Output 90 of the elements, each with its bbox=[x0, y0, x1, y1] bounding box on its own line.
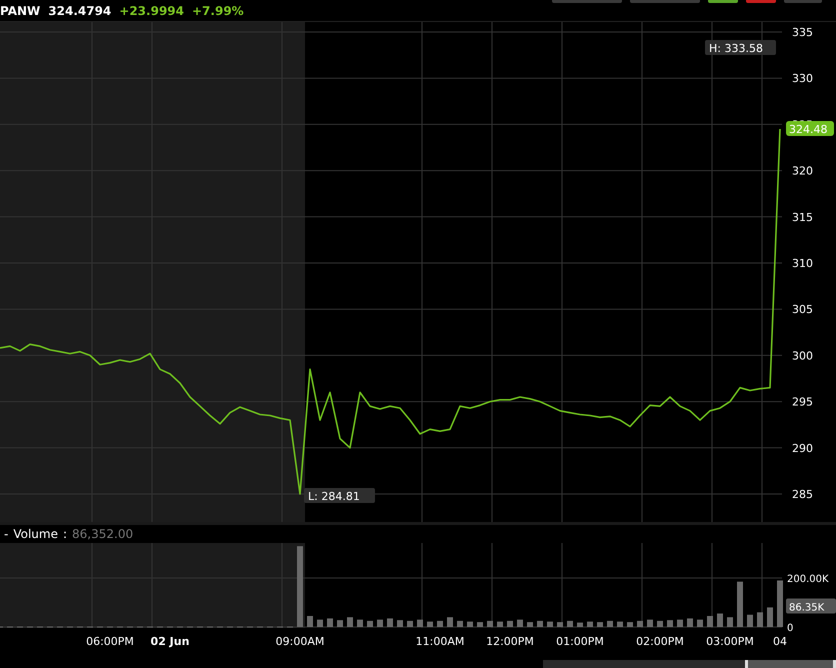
current-volume-tag: 86.35K bbox=[786, 598, 836, 614]
axis-label: 315 bbox=[792, 210, 813, 224]
volume-bar bbox=[507, 620, 513, 627]
volume-bar bbox=[467, 622, 473, 627]
range-scrollbar[interactable] bbox=[543, 660, 836, 668]
percent-change: +7.99% bbox=[192, 4, 244, 18]
volume-bar bbox=[517, 620, 523, 627]
price-marker-label: H: 333.58 bbox=[705, 40, 776, 55]
current-price-tag: 324.48 bbox=[786, 121, 834, 136]
last-price: 324.4794 bbox=[48, 4, 112, 18]
volume-bar bbox=[457, 620, 463, 627]
volume-reading: 86,352.00 bbox=[72, 527, 134, 541]
axis-label: 200.00K bbox=[787, 574, 829, 585]
axis-label: 335 bbox=[792, 26, 813, 39]
price-change: +23.9994 bbox=[119, 4, 184, 18]
volume-bar bbox=[697, 620, 703, 627]
volume-bar bbox=[357, 620, 363, 627]
volume-bar bbox=[437, 620, 443, 627]
separator: : bbox=[62, 527, 68, 541]
time-axis-label: 09:00AM bbox=[276, 635, 324, 648]
price-marker-label: L: 284.81 bbox=[304, 488, 375, 503]
axis-label: 330 bbox=[792, 72, 813, 86]
axis-label: 285 bbox=[792, 488, 813, 501]
toolbar-button[interactable] bbox=[708, 0, 738, 3]
volume-bar bbox=[497, 622, 503, 627]
axis-label: 310 bbox=[792, 257, 813, 270]
volume-bar bbox=[337, 620, 343, 627]
volume-bar bbox=[487, 620, 493, 627]
ticker-symbol: PANW bbox=[0, 4, 40, 18]
volume-bar bbox=[377, 620, 383, 627]
volume-bar bbox=[527, 622, 533, 627]
volume-bar bbox=[477, 622, 483, 627]
volume-bar bbox=[647, 620, 653, 627]
volume-bar bbox=[397, 620, 403, 627]
time-axis-label: 06:00PM bbox=[86, 635, 134, 648]
volume-bar bbox=[557, 622, 563, 627]
axis-label: 300 bbox=[792, 349, 813, 362]
toolbar-button[interactable] bbox=[630, 0, 700, 3]
volume-bar bbox=[537, 620, 543, 627]
volume-bar bbox=[777, 580, 783, 627]
volume-bar bbox=[417, 620, 423, 627]
volume-bar bbox=[447, 617, 453, 627]
volume-bar bbox=[607, 620, 613, 627]
volume-bar bbox=[717, 614, 723, 627]
axis-label: 0 bbox=[787, 623, 794, 634]
volume-bar bbox=[427, 622, 433, 627]
volume-bar bbox=[367, 620, 373, 627]
volume-bar bbox=[597, 622, 603, 627]
volume-bar bbox=[317, 620, 323, 627]
time-axis-label: 04 bbox=[773, 635, 787, 648]
time-axis-label: 02:00PM bbox=[636, 635, 684, 648]
volume-title: Volume bbox=[13, 527, 58, 541]
volume-bar bbox=[617, 622, 623, 627]
volume-bar bbox=[747, 614, 753, 627]
volume-bar bbox=[587, 622, 593, 627]
toolbar-button[interactable] bbox=[552, 0, 622, 3]
volume-bar bbox=[577, 622, 583, 627]
volume-bar bbox=[307, 616, 313, 627]
axis-label: 320 bbox=[792, 164, 813, 178]
volume-bar bbox=[737, 582, 743, 627]
volume-bar bbox=[637, 620, 643, 627]
time-axis-label: 11:00AM bbox=[416, 635, 464, 648]
volume-bar bbox=[327, 618, 333, 627]
toolbar-button[interactable] bbox=[784, 0, 822, 3]
volume-bar bbox=[687, 618, 693, 627]
time-axis-label: 01:00PM bbox=[556, 635, 604, 648]
axis-label: 295 bbox=[792, 396, 813, 409]
volume-bar bbox=[567, 620, 573, 627]
volume-bar bbox=[547, 622, 553, 627]
range-selection[interactable] bbox=[745, 660, 836, 668]
volume-bar bbox=[387, 618, 393, 627]
toolbar-button[interactable] bbox=[746, 0, 776, 3]
collapse-toggle[interactable]: - bbox=[4, 527, 8, 541]
volume-bar bbox=[767, 607, 773, 627]
volume-bar bbox=[757, 612, 763, 627]
volume-bar bbox=[727, 617, 733, 627]
axis-label: 290 bbox=[792, 442, 813, 455]
volume-bar bbox=[677, 620, 683, 627]
volume-bar bbox=[407, 620, 413, 627]
annotation: H: 333.58 bbox=[709, 42, 763, 55]
axis-label: 305 bbox=[792, 303, 813, 316]
volume-bar bbox=[667, 620, 673, 627]
time-axis-label: 02 Jun bbox=[150, 635, 190, 648]
volume-bar bbox=[657, 620, 663, 627]
volume-bar bbox=[347, 617, 353, 627]
time-axis-label: 03:00PM bbox=[706, 635, 754, 648]
time-axis-label: 12:00PM bbox=[486, 635, 534, 648]
volume-bar bbox=[627, 622, 633, 627]
volume-bar bbox=[707, 616, 713, 627]
annotation: L: 284.81 bbox=[308, 490, 360, 503]
